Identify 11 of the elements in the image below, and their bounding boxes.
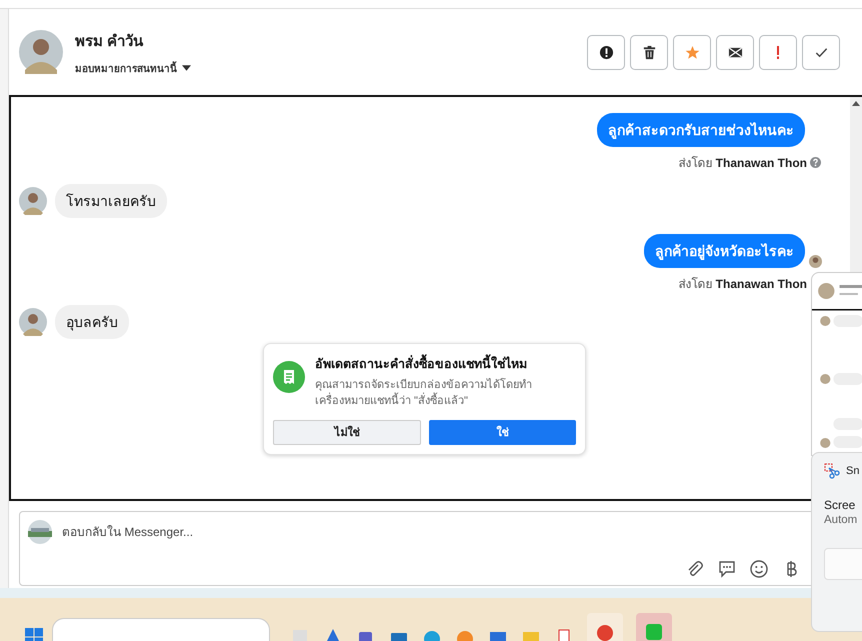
notification-title: Scree bbox=[824, 498, 856, 512]
sent-message: ลูกค้าสะดวกรับสายช่วงไหนคะ bbox=[597, 113, 805, 147]
sent-by-label: ส่งโดย Thanawan Thon bbox=[678, 276, 807, 293]
received-message: อุบลครับ bbox=[55, 305, 129, 339]
popup-title: อัพเดตสถานะคำสั่งซื้อของแชทนี้ใช่ไหม bbox=[315, 354, 540, 374]
popup-message: คุณสามารถจัดระเบียบกล่องข้อความได้โดยทำเครื่องหมายแชทนี้ว่า "สั่งซื้อแล้ว" bbox=[315, 378, 533, 409]
contact-name: พรม คำวัน bbox=[75, 32, 144, 52]
sent-by-label: ส่งโดย Thanawan Thon bbox=[678, 155, 807, 172]
sent-message: ลูกค้าอยู่จังหวัดอะไรคะ bbox=[644, 234, 805, 268]
received-message: โทรมาเลยครับ bbox=[55, 184, 167, 218]
notification-app-name: Sn bbox=[846, 465, 860, 477]
